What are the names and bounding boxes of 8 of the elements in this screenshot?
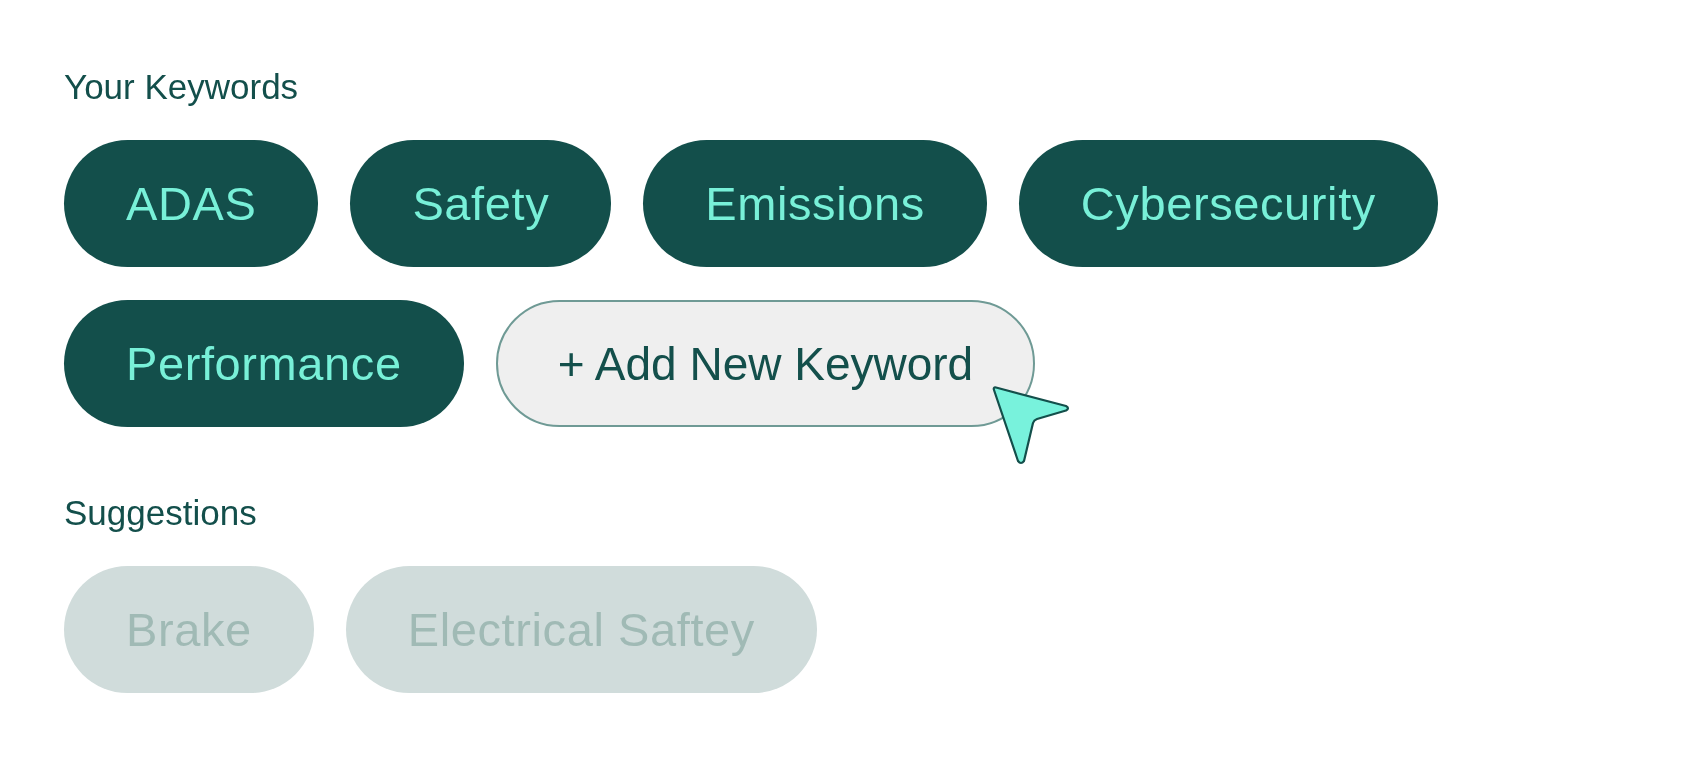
- keyword-chip[interactable]: Performance: [64, 300, 464, 427]
- add-keyword-button[interactable]: + Add New Keyword: [495, 300, 1036, 427]
- keyword-chip[interactable]: Safety: [350, 140, 612, 267]
- keyword-chip[interactable]: ADAS: [64, 140, 319, 267]
- section-label: Suggestions: [64, 492, 257, 533]
- section-label: Your Keywords: [64, 66, 299, 107]
- keyword-chip[interactable]: Emissions: [643, 140, 987, 267]
- keyword-chip[interactable]: Cybersecurity: [1018, 140, 1438, 267]
